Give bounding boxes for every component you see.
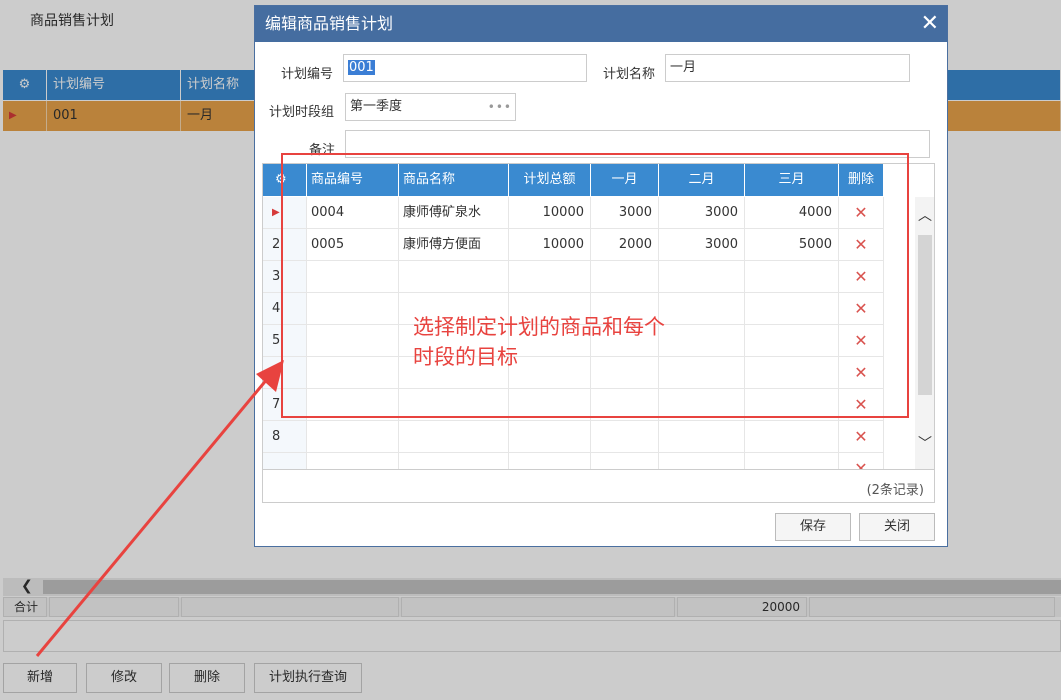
annotation-arrow <box>35 360 284 657</box>
arrow-line <box>35 377 270 657</box>
